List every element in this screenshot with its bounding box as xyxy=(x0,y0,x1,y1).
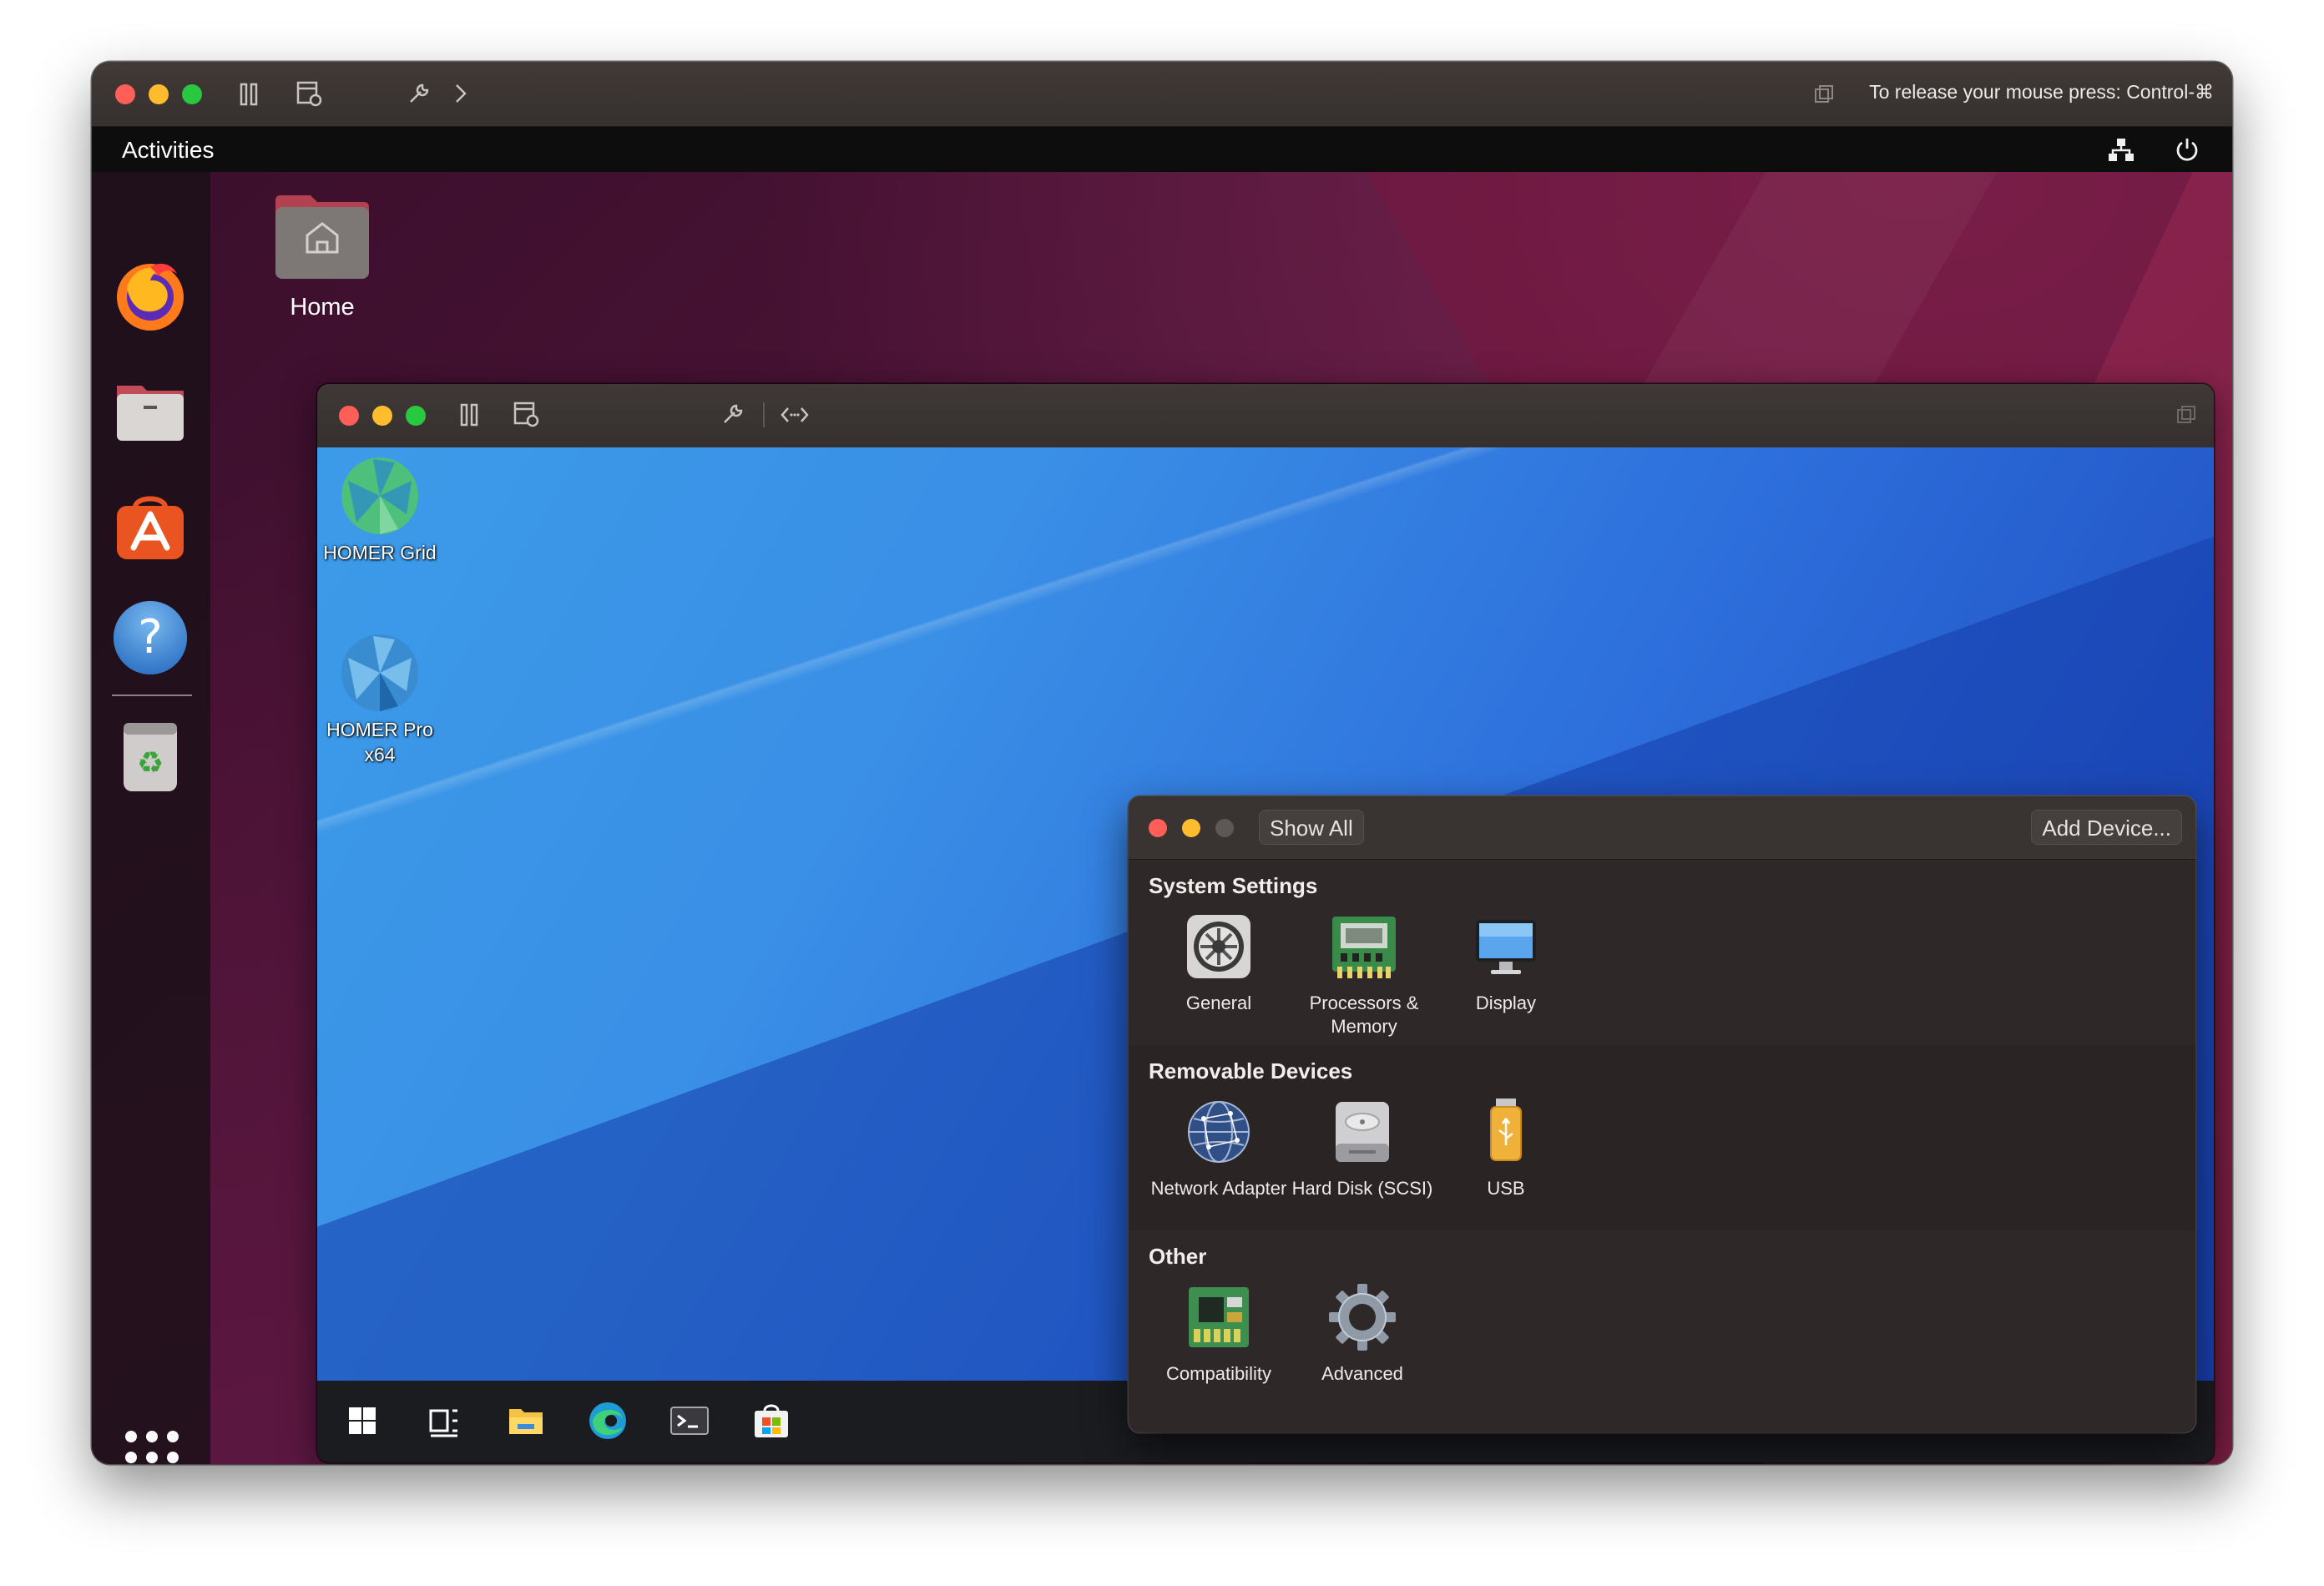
vm-settings-panel: Show All Add Device... System Settings G… xyxy=(1129,796,2195,1432)
file-explorer-icon[interactable] xyxy=(504,1399,548,1442)
vm-titlebar xyxy=(317,384,2214,447)
chevron-right-icon[interactable] xyxy=(452,82,469,109)
activities-button[interactable]: Activities xyxy=(122,137,214,164)
system-settings-section: System Settings General Processors & Mem… xyxy=(1129,860,2195,1045)
removable-devices-section: Removable Devices Network Adapter Hard D… xyxy=(1129,1045,2195,1230)
network-wired-icon[interactable] xyxy=(2107,136,2135,169)
vm-snapshot-icon[interactable] xyxy=(513,401,539,432)
other-section: Other Compatibility Advanced xyxy=(1129,1230,2195,1416)
section-title: System Settings xyxy=(1149,873,1318,898)
snapshot-icon[interactable] xyxy=(296,80,322,111)
vm-minimize-button[interactable] xyxy=(372,406,392,426)
general-icon xyxy=(1184,912,1254,982)
compatibility-label: Compatibility xyxy=(1166,1363,1271,1384)
firefox-icon[interactable] xyxy=(112,255,189,332)
hard-disk-item[interactable]: Hard Disk (SCSI) xyxy=(1291,1097,1434,1200)
vm-close-button[interactable] xyxy=(339,406,359,426)
homer-grid-shortcut[interactable]: HOMER Grid xyxy=(317,456,442,565)
advanced-item[interactable]: Advanced xyxy=(1291,1282,1434,1386)
release-mouse-hint: To release your mouse press: Control-⌘ xyxy=(1869,81,2214,103)
dock-separator xyxy=(112,695,192,696)
edge-icon[interactable] xyxy=(586,1399,629,1442)
homer-pro-icon xyxy=(341,634,418,711)
settings-wrench-icon[interactable] xyxy=(406,80,432,111)
trash-icon[interactable]: ♻ xyxy=(112,718,189,795)
network-adapter-item[interactable]: Network Adapter xyxy=(1147,1097,1291,1200)
compatibility-icon xyxy=(1184,1282,1254,1352)
show-applications-icon[interactable] xyxy=(125,1431,179,1464)
hard-disk-label: Hard Disk (SCSI) xyxy=(1291,1178,1433,1199)
homer-pro-label: HOMER Pro x64 xyxy=(326,719,433,765)
code-arrows-icon[interactable] xyxy=(780,404,810,430)
fusion-window: To release your mouse press: Control-⌘ A… xyxy=(92,62,2232,1464)
toolbar-divider xyxy=(763,402,765,427)
files-icon[interactable] xyxy=(112,372,189,449)
svg-text:♻: ♻ xyxy=(137,746,164,780)
help-icon[interactable]: ? xyxy=(112,599,189,676)
network-icon xyxy=(1184,1097,1254,1167)
home-folder-label: Home xyxy=(290,294,355,321)
vm-settings-wrench-icon[interactable] xyxy=(720,401,746,432)
ubuntu-top-bar: Activities xyxy=(92,127,2232,172)
usb-icon xyxy=(1471,1097,1541,1167)
hard-disk-icon xyxy=(1327,1097,1397,1167)
fusion-titlebar: To release your mouse press: Control-⌘ xyxy=(92,62,2232,127)
general-label: General xyxy=(1185,993,1252,1013)
processors-memory-item[interactable]: Processors & Memory xyxy=(1291,912,1437,1038)
window-copy-icon[interactable] xyxy=(1813,83,1835,109)
settings-close-button[interactable] xyxy=(1149,819,1167,837)
task-view-icon[interactable] xyxy=(422,1399,466,1442)
app-center-icon[interactable] xyxy=(112,486,189,563)
advanced-icon xyxy=(1327,1282,1397,1352)
terminal-icon[interactable] xyxy=(668,1399,711,1442)
settings-zoom-button xyxy=(1215,819,1234,837)
processor-icon xyxy=(1329,912,1399,982)
vm-pause-icon[interactable] xyxy=(459,402,481,432)
zoom-button[interactable] xyxy=(182,84,202,104)
usb-item[interactable]: USB xyxy=(1434,1097,1578,1200)
add-device-button[interactable]: Add Device... xyxy=(2031,810,2182,845)
vm-zoom-button[interactable] xyxy=(406,406,426,426)
show-all-button[interactable]: Show All xyxy=(1259,810,1364,845)
homer-pro-shortcut[interactable]: HOMER Pro x64 xyxy=(317,633,442,767)
section-title: Other xyxy=(1149,1244,1207,1269)
network-adapter-label: Network Adapter xyxy=(1150,1178,1287,1199)
ubuntu-dock: ? ♻ xyxy=(92,172,210,1464)
advanced-label: Advanced xyxy=(1321,1363,1403,1384)
section-title: Removable Devices xyxy=(1149,1058,1353,1083)
minimize-button[interactable] xyxy=(149,84,169,104)
power-icon[interactable] xyxy=(2174,136,2200,169)
display-icon xyxy=(1471,912,1541,982)
processors-memory-label: Processors & Memory xyxy=(1309,993,1419,1037)
svg-text:?: ? xyxy=(138,610,163,664)
vm-window-copy-icon[interactable] xyxy=(2175,404,2197,430)
microsoft-store-icon[interactable] xyxy=(750,1399,793,1442)
general-item[interactable]: General xyxy=(1147,912,1291,1015)
home-folder-icon[interactable] xyxy=(274,194,371,280)
display-label: Display xyxy=(1475,993,1537,1013)
compatibility-item[interactable]: Compatibility xyxy=(1147,1282,1291,1386)
pause-icon[interactable] xyxy=(239,82,260,111)
windows-start-icon[interactable] xyxy=(341,1399,384,1442)
usb-label: USB xyxy=(1487,1178,1525,1199)
homer-grid-icon xyxy=(341,457,418,534)
settings-minimize-button[interactable] xyxy=(1182,819,1200,837)
settings-toolbar: Show All Add Device... xyxy=(1129,796,2195,860)
close-button[interactable] xyxy=(115,84,135,104)
homer-grid-label: HOMER Grid xyxy=(323,542,437,563)
display-item[interactable]: Display xyxy=(1434,912,1578,1015)
